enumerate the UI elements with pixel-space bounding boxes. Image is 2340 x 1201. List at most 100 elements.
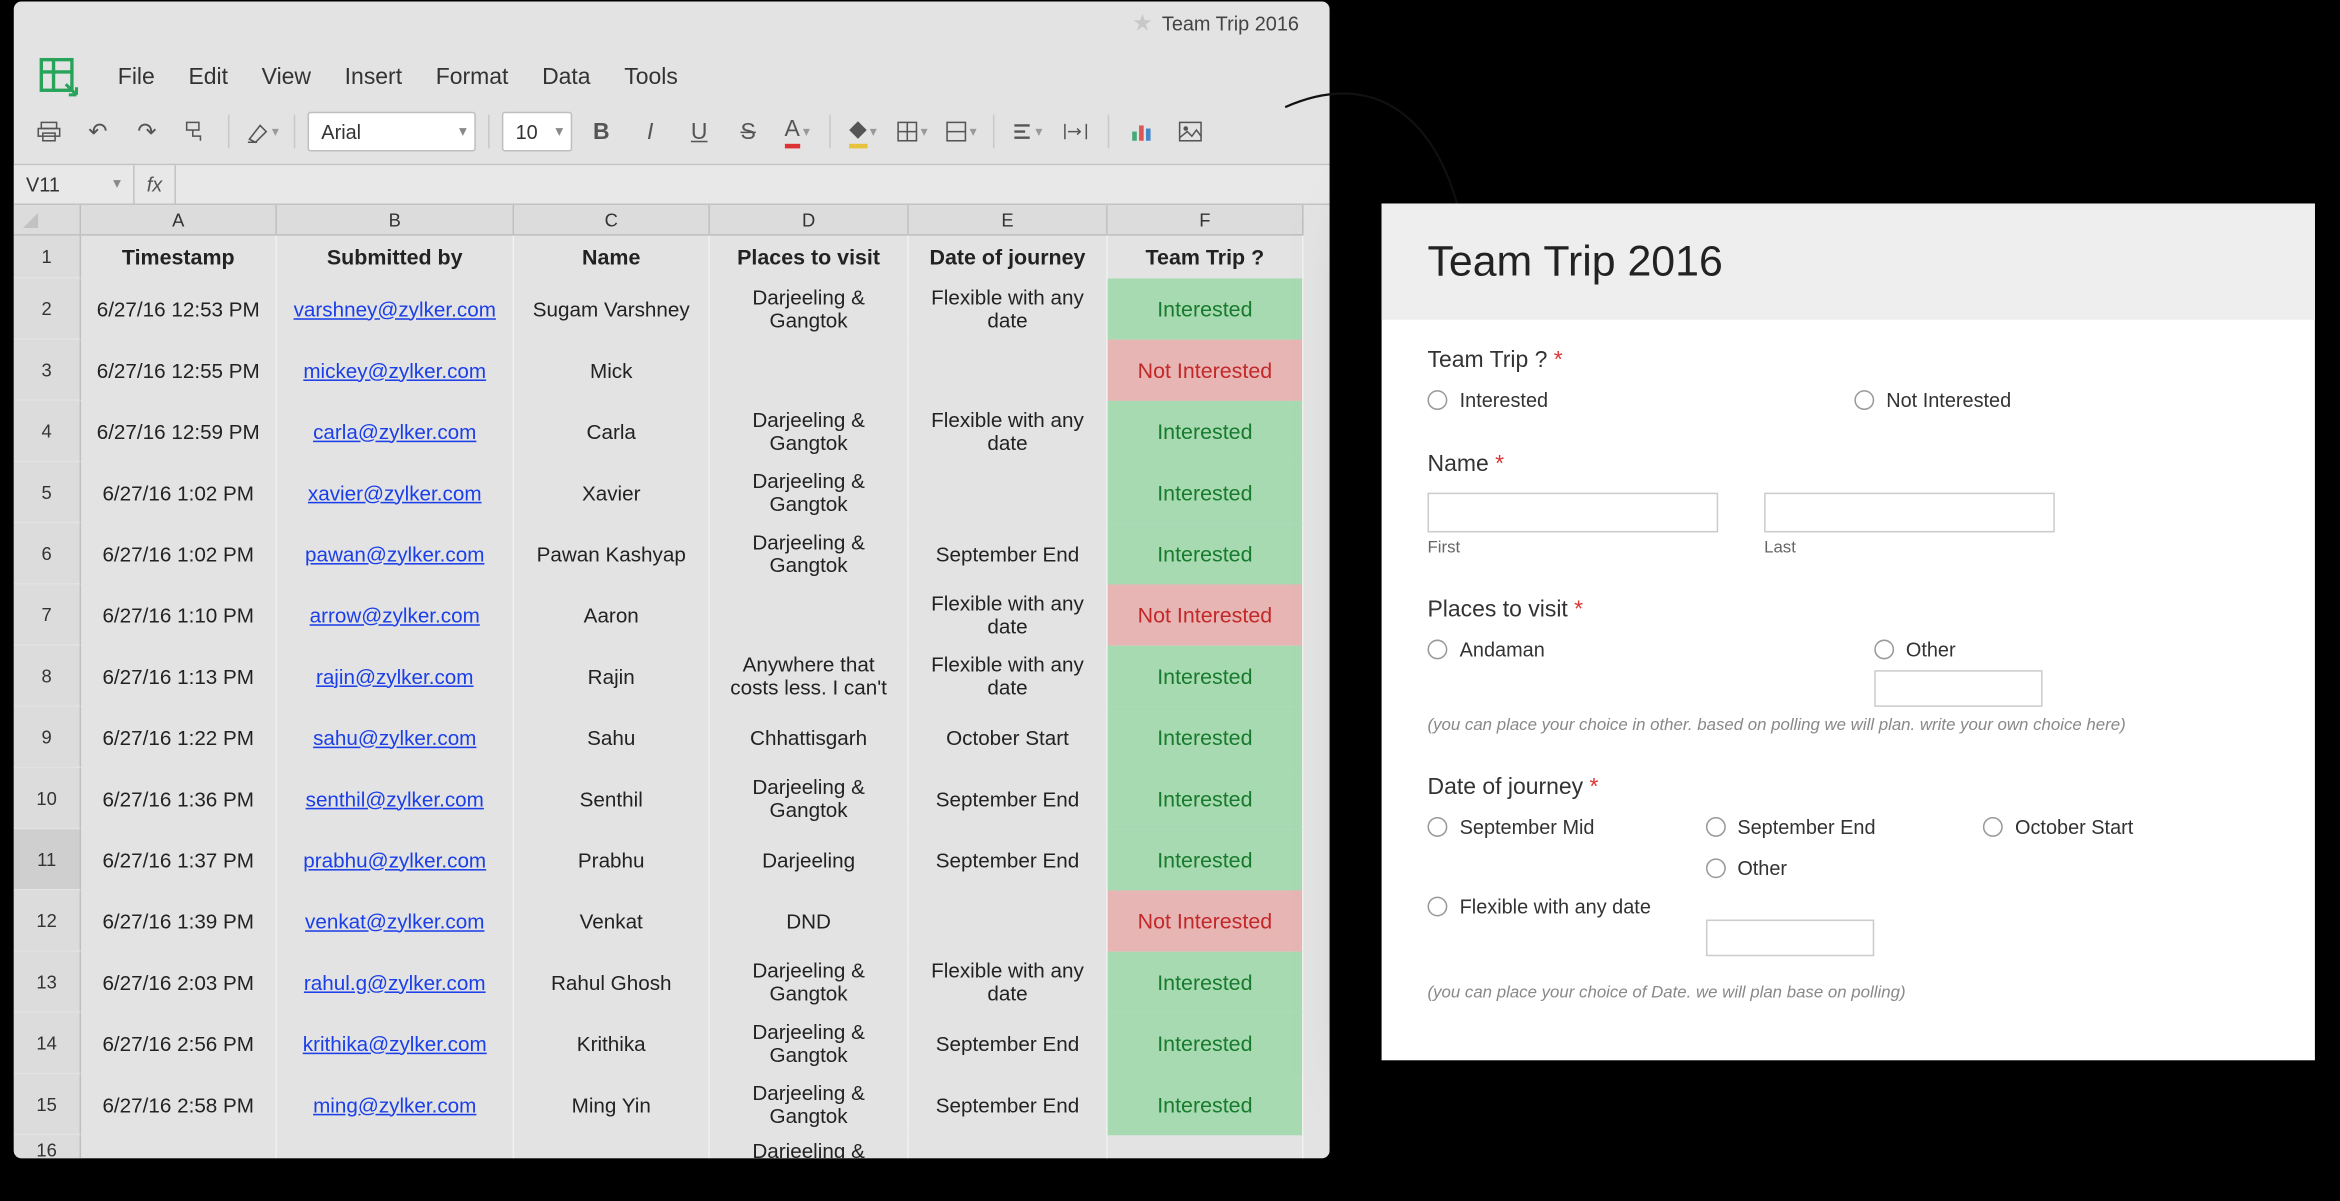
cell[interactable]: Darjeeling & Gangtok: [710, 401, 909, 462]
opt-flexible[interactable]: Flexible with any date: [1427, 857, 1705, 956]
cell[interactable]: Submitted by: [277, 236, 514, 279]
cell[interactable]: Carla: [514, 401, 710, 462]
cell[interactable]: Prabhu: [514, 829, 710, 890]
cell[interactable]: Flexible with any date: [909, 278, 1108, 339]
email-link[interactable]: xavier@zylker.com: [308, 481, 482, 504]
cell[interactable]: 6/27/16 2:58 PM: [81, 1074, 277, 1135]
cell[interactable]: venkat@zylker.com: [277, 890, 514, 951]
row-header[interactable]: 12: [14, 890, 81, 951]
col-header-E[interactable]: E: [909, 205, 1108, 236]
col-header-B[interactable]: B: [277, 205, 514, 236]
cell[interactable]: Interested: [1108, 462, 1304, 523]
cell[interactable]: Not Interested: [1108, 890, 1304, 951]
row-header[interactable]: 16: [14, 1135, 81, 1158]
row-header[interactable]: 4: [14, 401, 81, 462]
cell[interactable]: Timestamp: [81, 236, 277, 279]
cell[interactable]: Darjeeling &: [710, 1135, 909, 1158]
cell[interactable]: Darjeeling & Gangtok: [710, 768, 909, 829]
row-header[interactable]: 13: [14, 952, 81, 1013]
cell[interactable]: [710, 584, 909, 645]
cell[interactable]: sahu@zylker.com: [277, 707, 514, 768]
menu-format[interactable]: Format: [436, 63, 509, 89]
email-link[interactable]: arrow@zylker.com: [310, 604, 480, 627]
row-header[interactable]: 6: [14, 523, 81, 584]
email-link[interactable]: varshney@zylker.com: [294, 298, 496, 321]
opt-not-interested[interactable]: Not Interested: [1854, 389, 2011, 412]
underline-button[interactable]: U: [679, 112, 719, 152]
first-name-input[interactable]: [1427, 493, 1718, 533]
cell[interactable]: Pawan Kashyap: [514, 523, 710, 584]
menu-file[interactable]: File: [118, 63, 155, 89]
merge-button[interactable]: ▾: [941, 112, 981, 152]
cell[interactable]: ming@zylker.com: [277, 1074, 514, 1135]
cell[interactable]: rajin@zylker.com: [277, 646, 514, 707]
email-link[interactable]: rahul.g@zylker.com: [304, 971, 486, 994]
cell[interactable]: krithika@zylker.com: [277, 1013, 514, 1074]
cell[interactable]: senthil@zylker.com: [277, 768, 514, 829]
cell[interactable]: Places to visit: [710, 236, 909, 279]
cell[interactable]: September End: [909, 768, 1108, 829]
menu-edit[interactable]: Edit: [188, 63, 228, 89]
cell[interactable]: Interested: [1108, 768, 1304, 829]
cell[interactable]: [909, 1135, 1108, 1158]
font-select[interactable]: Arial: [308, 112, 476, 152]
cell[interactable]: Interested: [1108, 646, 1304, 707]
email-link[interactable]: carla@zylker.com: [313, 420, 476, 443]
email-link[interactable]: mickey@zylker.com: [303, 359, 486, 382]
col-header-D[interactable]: D: [710, 205, 909, 236]
cell[interactable]: September End: [909, 1013, 1108, 1074]
cell[interactable]: Flexible with any date: [909, 401, 1108, 462]
grid[interactable]: ABCDEF 12345678910111213141516 Timestamp…: [14, 205, 1330, 1158]
email-link[interactable]: sahu@zylker.com: [313, 726, 476, 749]
font-size-select[interactable]: 10: [502, 112, 572, 152]
align-button[interactable]: ▾: [1007, 112, 1047, 152]
cell[interactable]: 6/27/16 1:13 PM: [81, 646, 277, 707]
cell[interactable]: [81, 1135, 277, 1158]
row-header[interactable]: 2: [14, 278, 81, 339]
cell[interactable]: [909, 340, 1108, 401]
row-header[interactable]: 15: [14, 1074, 81, 1135]
cell[interactable]: Name: [514, 236, 710, 279]
strikethrough-button[interactable]: S: [728, 112, 768, 152]
cell[interactable]: DND: [710, 890, 909, 951]
cell[interactable]: mickey@zylker.com: [277, 340, 514, 401]
cell[interactable]: Chhattisgarh: [710, 707, 909, 768]
cell[interactable]: Interested: [1108, 952, 1304, 1013]
app-logo-icon[interactable]: [32, 50, 84, 102]
fill-color-button[interactable]: ◆▾: [843, 112, 883, 152]
select-all-corner[interactable]: [14, 205, 81, 236]
menu-insert[interactable]: Insert: [345, 63, 402, 89]
cell[interactable]: 6/27/16 2:03 PM: [81, 952, 277, 1013]
cell[interactable]: Darjeeling: [710, 829, 909, 890]
cell[interactable]: [710, 340, 909, 401]
email-link[interactable]: rajin@zylker.com: [316, 665, 474, 688]
cell[interactable]: Interested: [1108, 401, 1304, 462]
opt-sept-mid[interactable]: September Mid: [1427, 815, 1705, 838]
cell[interactable]: 6/27/16 12:59 PM: [81, 401, 277, 462]
print-icon[interactable]: [29, 112, 69, 152]
cell[interactable]: 6/27/16 12:53 PM: [81, 278, 277, 339]
format-painter-icon[interactable]: [176, 112, 216, 152]
opt-oct-start[interactable]: October Start: [1983, 815, 2261, 838]
row-header[interactable]: 1: [14, 236, 81, 279]
cell[interactable]: Flexible with any date: [909, 584, 1108, 645]
cell[interactable]: September End: [909, 1074, 1108, 1135]
cell[interactable]: Interested: [1108, 523, 1304, 584]
cell[interactable]: Interested: [1108, 829, 1304, 890]
cell[interactable]: xavier@zylker.com: [277, 462, 514, 523]
italic-button[interactable]: I: [630, 112, 670, 152]
cell[interactable]: Senthil: [514, 768, 710, 829]
cell[interactable]: Team Trip ?: [1108, 236, 1304, 279]
row-header[interactable]: 14: [14, 1013, 81, 1074]
cell[interactable]: Flexible with any date: [909, 646, 1108, 707]
col-header-C[interactable]: C: [514, 205, 710, 236]
opt-places-other[interactable]: Other: [1874, 638, 2042, 661]
cell[interactable]: Interested: [1108, 278, 1304, 339]
cell[interactable]: Rajin: [514, 646, 710, 707]
cell[interactable]: Rahul Ghosh: [514, 952, 710, 1013]
cell[interactable]: Sahu: [514, 707, 710, 768]
cell[interactable]: Xavier: [514, 462, 710, 523]
menu-view[interactable]: View: [262, 63, 311, 89]
cell[interactable]: [909, 890, 1108, 951]
text-color-button[interactable]: A▾: [777, 112, 817, 152]
